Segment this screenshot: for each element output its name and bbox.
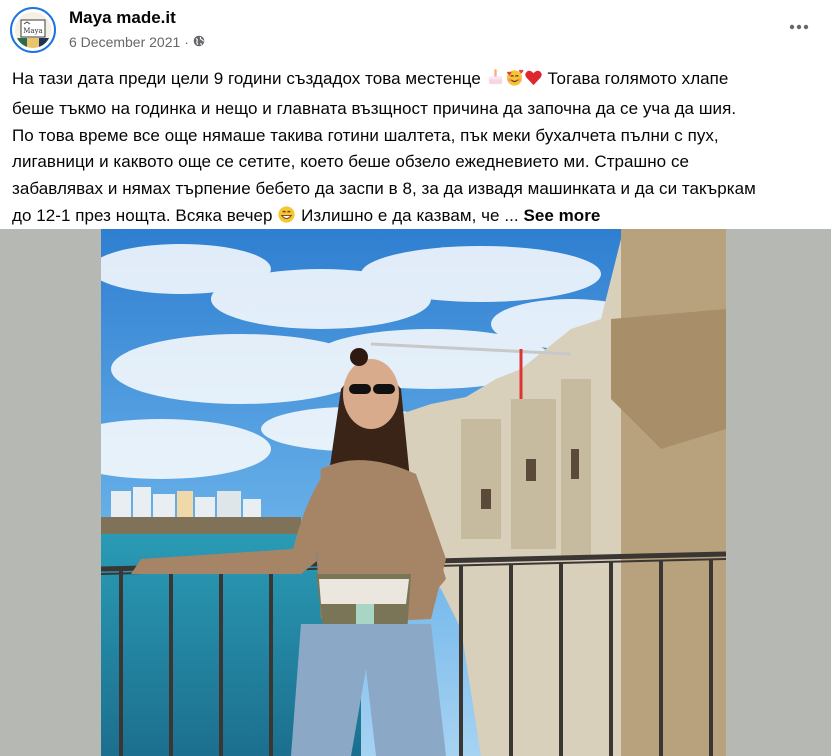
avatar-image: Maya [15, 12, 51, 48]
author-name[interactable]: Maya made.it [69, 8, 176, 28]
post-text-segment: На тази дата преди цели 9 години създадо… [12, 69, 481, 88]
more-options-button[interactable] [781, 12, 817, 40]
post-photo[interactable] [101, 229, 726, 756]
post-header: Maya Maya made.it 6 December 2021 · [0, 0, 831, 62]
post-text-line-3: По това време все още нямаше такива готи… [12, 125, 719, 145]
post-date[interactable]: 6 December 2021 [69, 34, 180, 50]
photo-illustration [101, 229, 726, 756]
post-text-segment: Излишно е да казвам, че ... [301, 205, 519, 225]
smiling-face-with-hearts-emoji [505, 68, 524, 96]
post-text-line-4: лигавници и каквото още се сетите, което… [12, 152, 690, 172]
red-heart-emoji [524, 68, 543, 96]
post-text-segment: до 12-1 през нощта. Всяка вечер [12, 205, 273, 225]
post-text-segment: Тогава голямото хлапе [547, 69, 729, 88]
avatar-logo-text: Maya [23, 27, 42, 35]
post-meta: 6 December 2021 · [69, 34, 205, 50]
globe-icon [193, 34, 205, 50]
more-horizontal-icon [789, 17, 809, 35]
see-more-link[interactable]: See more [523, 206, 600, 225]
post-text: На тази дата преди цели 9 години създадо… [12, 66, 822, 233]
post-text-line-2: беше тъкмо на годинка и нещо и главната … [12, 98, 737, 118]
cake-emoji [486, 68, 505, 96]
post-text-line-5: забавлявах и нямах търпение бебето да за… [12, 179, 756, 199]
post-text-line-1: На тази дата преди цели 9 години създадо… [12, 66, 822, 96]
meta-separator: · [184, 34, 189, 50]
post-media[interactable] [0, 229, 831, 756]
avatar[interactable]: Maya [10, 7, 56, 53]
